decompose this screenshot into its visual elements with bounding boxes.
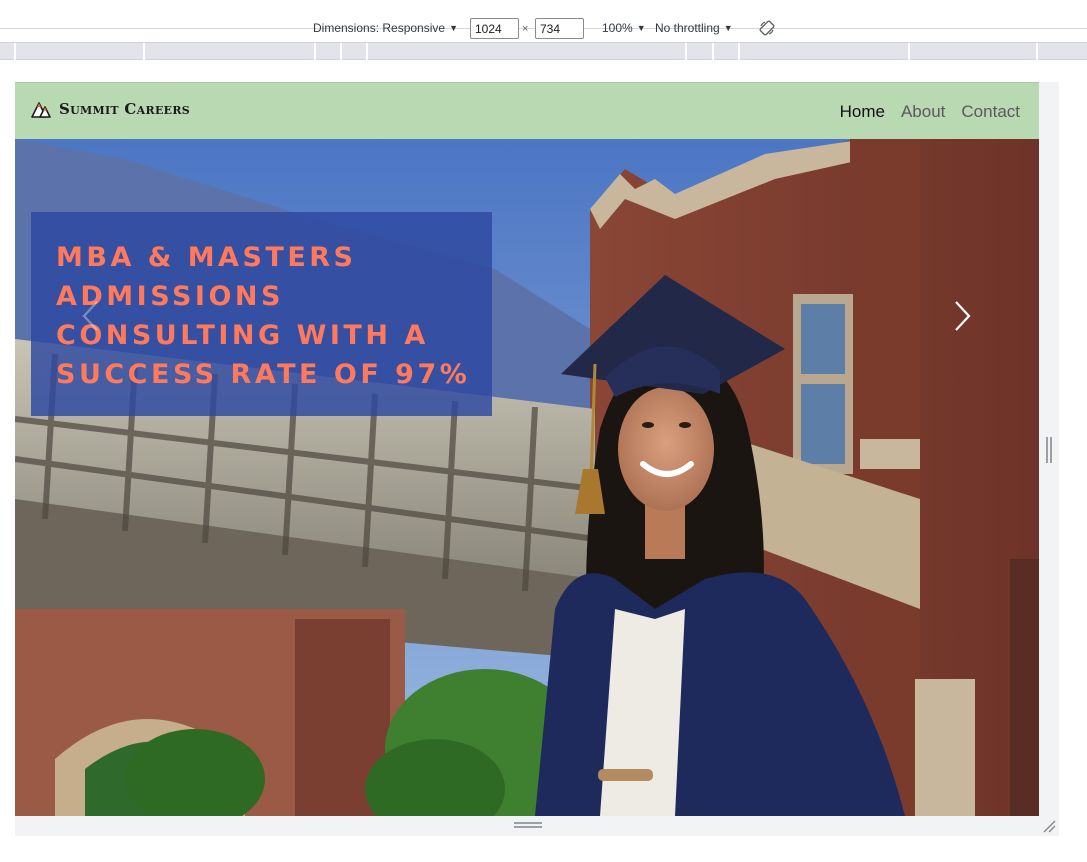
zoom-dropdown[interactable]: 100% ▼ bbox=[602, 21, 646, 35]
dimensions-caret-icon: ▼ bbox=[449, 23, 458, 33]
throttling-label: No throttling bbox=[655, 21, 720, 35]
dimensions-dropdown[interactable]: Dimensions: Responsive ▼ bbox=[313, 21, 458, 35]
height-input[interactable]: 734 bbox=[535, 18, 584, 39]
hero-headline: MBA & Masters Admissions Consulting with… bbox=[56, 242, 471, 390]
site-navbar: Summit Careers Home About Contact bbox=[15, 82, 1039, 139]
throttling-caret-icon: ▼ bbox=[723, 23, 733, 33]
chevron-right-icon[interactable] bbox=[950, 299, 974, 333]
mountain-logo-icon bbox=[31, 102, 51, 118]
emulated-viewport: Summit Careers Home About Contact MBA & … bbox=[15, 82, 1039, 816]
rotate-icon[interactable] bbox=[759, 20, 775, 36]
chevron-left-icon[interactable] bbox=[79, 299, 103, 333]
zoom-caret-icon: ▼ bbox=[636, 23, 646, 33]
nav-link-contact[interactable]: Contact bbox=[961, 102, 1020, 122]
nav-link-home[interactable]: Home bbox=[840, 102, 885, 122]
corner-resize-icon[interactable] bbox=[1042, 819, 1056, 833]
brand-link[interactable]: Summit Careers bbox=[31, 100, 190, 118]
zoom-label: 100% bbox=[602, 21, 633, 35]
hero-carousel: MBA & Masters Admissions Consulting with… bbox=[15, 139, 1039, 816]
dimensions-label: Dimensions: Responsive bbox=[313, 21, 446, 35]
main-nav: Home About Contact bbox=[840, 102, 1020, 122]
media-query-ruler[interactable] bbox=[0, 42, 1087, 60]
nav-link-about[interactable]: About bbox=[901, 102, 945, 122]
throttling-dropdown[interactable]: No throttling ▼ bbox=[655, 21, 733, 35]
bottom-resize-handle[interactable] bbox=[514, 822, 542, 830]
device-toolbar-row: Dimensions: Responsive ▼ 1024 × 734 100% ▼… bbox=[0, 18, 1087, 40]
brand-name: Summit Careers bbox=[59, 100, 190, 118]
times-sign: × bbox=[522, 23, 529, 35]
width-input[interactable]: 1024 bbox=[470, 18, 519, 39]
side-resize-handle[interactable] bbox=[1046, 437, 1052, 463]
